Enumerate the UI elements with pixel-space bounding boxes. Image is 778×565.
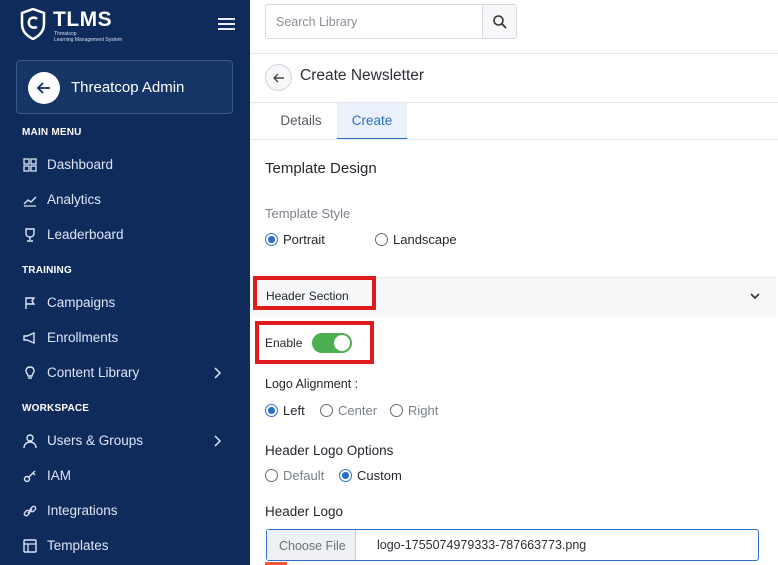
sidebar-item-users-groups[interactable]: Users & Groups — [0, 427, 250, 455]
sidebar-item-label: Integrations — [47, 503, 118, 518]
trophy-icon — [25, 228, 35, 242]
radio-align-left[interactable] — [265, 404, 278, 417]
sidebar: TLMS Threatcop Learning Management Syste… — [0, 0, 250, 565]
sidebar-item-label: IAM — [47, 468, 72, 483]
search-icon — [493, 15, 507, 29]
radio-landscape[interactable] — [375, 233, 388, 246]
section-main-menu: MAIN MENU — [22, 127, 82, 138]
sidebar-item-dashboard[interactable]: Dashboard — [0, 151, 250, 179]
template-design-heading: Template Design — [265, 160, 377, 177]
sidebar-item-templates[interactable]: Templates — [0, 532, 250, 560]
header-section-label: Header Section — [266, 289, 349, 303]
megaphone-icon — [23, 331, 35, 345]
lightbulb-icon — [25, 366, 35, 379]
search-button[interactable] — [482, 5, 516, 38]
header-logo-heading: Header Logo — [265, 504, 344, 519]
sidebar-item-label: Enrollments — [47, 330, 119, 345]
admin-label: Threatcop Admin — [71, 79, 185, 96]
back-button[interactable] — [265, 64, 292, 91]
brand-sub-tagline: Learning Management System — [54, 37, 123, 43]
tab-details[interactable]: Details — [265, 103, 337, 140]
sidebar-item-content-library[interactable]: Content Library — [0, 359, 250, 387]
sidebar-item-enrollments[interactable]: Enrollments — [0, 324, 250, 352]
search-library-field[interactable]: Search Library — [265, 4, 517, 39]
sidebar-item-label: Campaigns — [47, 295, 116, 310]
sidebar-item-leaderboard[interactable]: Leaderboard — [0, 221, 250, 249]
back-arrow-icon[interactable] — [28, 72, 60, 104]
sidebar-item-integrations[interactable]: Integrations — [0, 497, 250, 525]
arrow-left-icon — [273, 73, 284, 83]
radio-align-left-label: Left — [283, 403, 305, 418]
divider — [250, 139, 778, 140]
flag-icon — [25, 297, 36, 309]
radio-align-right[interactable] — [390, 404, 403, 417]
radio-align-right-label: Right — [408, 403, 439, 418]
sidebar-item-label: Leaderboard — [47, 227, 124, 242]
sidebar-item-campaigns[interactable]: Campaigns — [0, 289, 250, 317]
chevron-right-icon — [214, 435, 222, 447]
menu-toggle-icon[interactable] — [218, 18, 235, 32]
tab-create[interactable]: Create — [337, 103, 407, 140]
radio-logo-custom[interactable] — [339, 469, 352, 482]
sidebar-item-analytics[interactable]: Analytics — [0, 186, 250, 214]
selected-file-name: logo-1755074979333-787663773.png — [377, 538, 587, 552]
brand-logo[interactable]: TLMS Threatcop Learning Management Syste… — [20, 8, 140, 44]
radio-align-center[interactable] — [320, 404, 333, 417]
section-workspace: WORKSPACE — [22, 403, 90, 414]
divider — [250, 53, 778, 54]
search-input[interactable]: Search Library — [276, 15, 357, 29]
trend-icon — [23, 196, 37, 207]
enable-label: Enable — [265, 336, 303, 350]
grid-icon — [23, 158, 37, 172]
sidebar-item-label: Content Library — [47, 365, 140, 380]
enable-toggle[interactable] — [312, 333, 352, 353]
sidebar-item-label: Dashboard — [47, 157, 114, 172]
highlight-header-section: Header Section — [253, 276, 376, 310]
radio-logo-custom-label: Custom — [357, 468, 402, 483]
chevron-right-icon — [214, 367, 222, 379]
key-icon — [23, 470, 36, 483]
sidebar-item-label: Users & Groups — [47, 433, 144, 448]
radio-portrait[interactable] — [265, 233, 278, 246]
radio-landscape-label: Landscape — [393, 232, 457, 247]
logo-alignment-label: Logo Alignment : — [265, 377, 359, 391]
header-logo-file-input[interactable]: Choose File logo-1755074979333-787663773… — [266, 529, 759, 561]
sidebar-item-iam[interactable]: IAM — [0, 462, 250, 490]
header-logo-options-heading: Header Logo Options — [265, 443, 394, 458]
admin-switcher[interactable]: Threatcop Admin — [16, 60, 233, 114]
sidebar-item-label: Templates — [47, 538, 109, 553]
radio-align-center-label: Center — [338, 403, 378, 418]
section-training: TRAINING — [22, 265, 72, 276]
radio-logo-default[interactable] — [265, 469, 278, 482]
template-style-label: Template Style — [265, 206, 351, 221]
page-title: Create Newsletter — [300, 67, 425, 84]
shield-logo-icon — [20, 8, 46, 40]
chevron-down-icon — [750, 293, 760, 300]
user-icon — [23, 434, 37, 449]
template-icon — [23, 539, 37, 553]
link-icon — [23, 505, 37, 517]
sidebar-item-label: Analytics — [47, 192, 102, 207]
highlight-enable: Enable — [255, 321, 374, 364]
brand-name: TLMS — [53, 8, 113, 31]
choose-file-button[interactable]: Choose File — [267, 530, 356, 560]
toggle-knob — [334, 335, 350, 351]
radio-portrait-label: Portrait — [283, 232, 325, 247]
radio-logo-default-label: Default — [283, 468, 325, 483]
